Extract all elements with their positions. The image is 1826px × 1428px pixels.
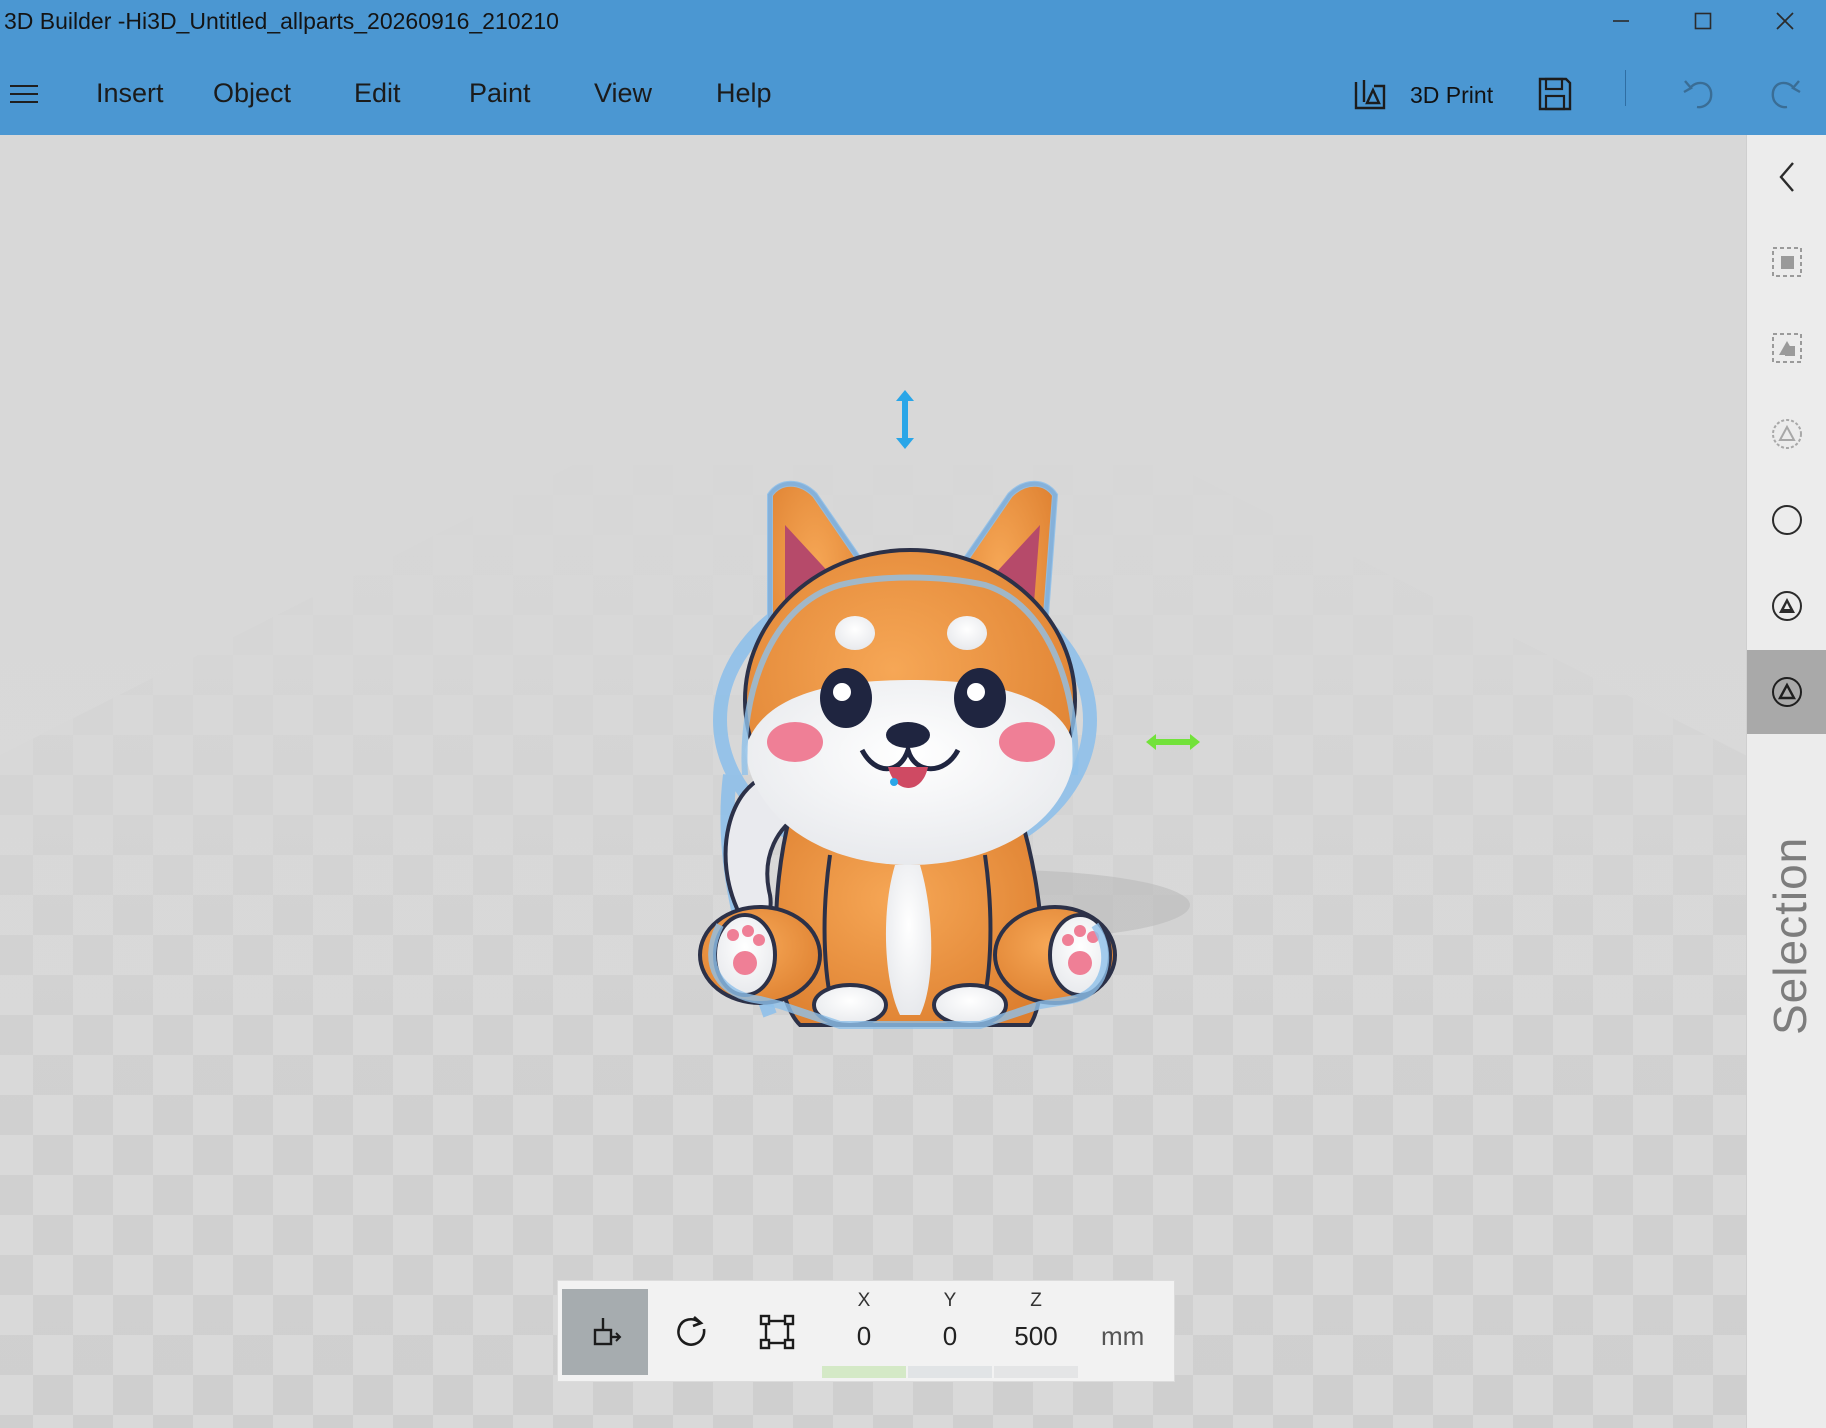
select-objects-button[interactable]: [1747, 220, 1826, 304]
transform-toolbar: X Y Z 0 0 500 mm: [557, 1280, 1175, 1382]
rotate-icon: [677, 1316, 706, 1346]
z-coordinate-input[interactable]: 500: [996, 1321, 1076, 1352]
close-icon: [1776, 12, 1794, 30]
maximize-button[interactable]: [1662, 0, 1744, 42]
menu-help[interactable]: Help: [716, 78, 772, 109]
title-bar: 3D Builder -Hi3D_Untitled_allparts_20260…: [0, 0, 1826, 135]
unit-label: mm: [1101, 1321, 1145, 1351]
select-objects-icon: [1772, 247, 1802, 277]
scale-icon: [759, 1314, 795, 1350]
move-tool-button[interactable]: [562, 1289, 648, 1375]
x-coordinate-input[interactable]: 0: [824, 1321, 904, 1352]
3d-viewport[interactable]: X Y Z 0 0 500 mm: [0, 135, 1746, 1428]
minimize-button[interactable]: [1580, 0, 1662, 42]
select-triangles-button[interactable]: [1747, 650, 1826, 734]
chevron-left-icon: [1779, 162, 1794, 192]
scale-tool-button[interactable]: [734, 1289, 820, 1375]
menu-edit[interactable]: Edit: [354, 78, 401, 109]
undo-icon[interactable]: [1676, 70, 1722, 116]
menu-object[interactable]: Object: [213, 78, 291, 109]
close-button[interactable]: [1744, 0, 1826, 42]
select-triangles-icon: [1772, 677, 1802, 707]
checkered-floor: [0, 135, 1746, 1428]
z-axis-indicator: [994, 1366, 1078, 1378]
toolbar-separator: [1625, 70, 1626, 106]
redo-icon[interactable]: [1762, 70, 1808, 116]
selection-panel: Selection: [1746, 135, 1826, 1428]
select-objects-alt-button[interactable]: [1747, 306, 1826, 390]
menu-view[interactable]: View: [594, 78, 652, 109]
select-vertices-button[interactable]: [1747, 478, 1826, 562]
x-axis-indicator: [822, 1366, 906, 1378]
z-label: Z: [1030, 1290, 1042, 1311]
select-faces-button[interactable]: [1747, 392, 1826, 476]
3d-print-button[interactable]: 3D Print: [1410, 82, 1493, 109]
hamburger-menu-button[interactable]: [6, 76, 42, 112]
minimize-icon: [1613, 20, 1629, 22]
menu-bar: Insert Object Edit Paint View Help 3D Pr…: [0, 60, 1826, 130]
move-icon: [593, 1318, 622, 1346]
maximize-icon: [1694, 12, 1712, 30]
y-label: Y: [943, 1290, 957, 1311]
collapse-panel-button[interactable]: [1747, 135, 1826, 219]
circle-icon: [1772, 505, 1802, 535]
select-faces-icon: [1772, 419, 1802, 449]
menu-paint[interactable]: Paint: [469, 78, 531, 109]
window-title: 3D Builder -Hi3D_Untitled_allparts_20260…: [4, 8, 559, 34]
hamburger-icon: [10, 85, 38, 103]
select-edges-button[interactable]: [1747, 564, 1826, 648]
3d-print-icon[interactable]: [1348, 72, 1392, 116]
y-coordinate-input[interactable]: 0: [910, 1321, 990, 1352]
select-edges-icon: [1772, 591, 1802, 621]
select-group-icon: [1772, 333, 1802, 363]
y-axis-indicator: [908, 1366, 992, 1378]
menu-insert[interactable]: Insert: [96, 78, 164, 109]
selection-panel-label: Selection: [1764, 836, 1816, 1035]
save-icon[interactable]: [1533, 72, 1577, 116]
rotate-tool-button[interactable]: [648, 1289, 734, 1375]
x-label: X: [857, 1290, 871, 1311]
